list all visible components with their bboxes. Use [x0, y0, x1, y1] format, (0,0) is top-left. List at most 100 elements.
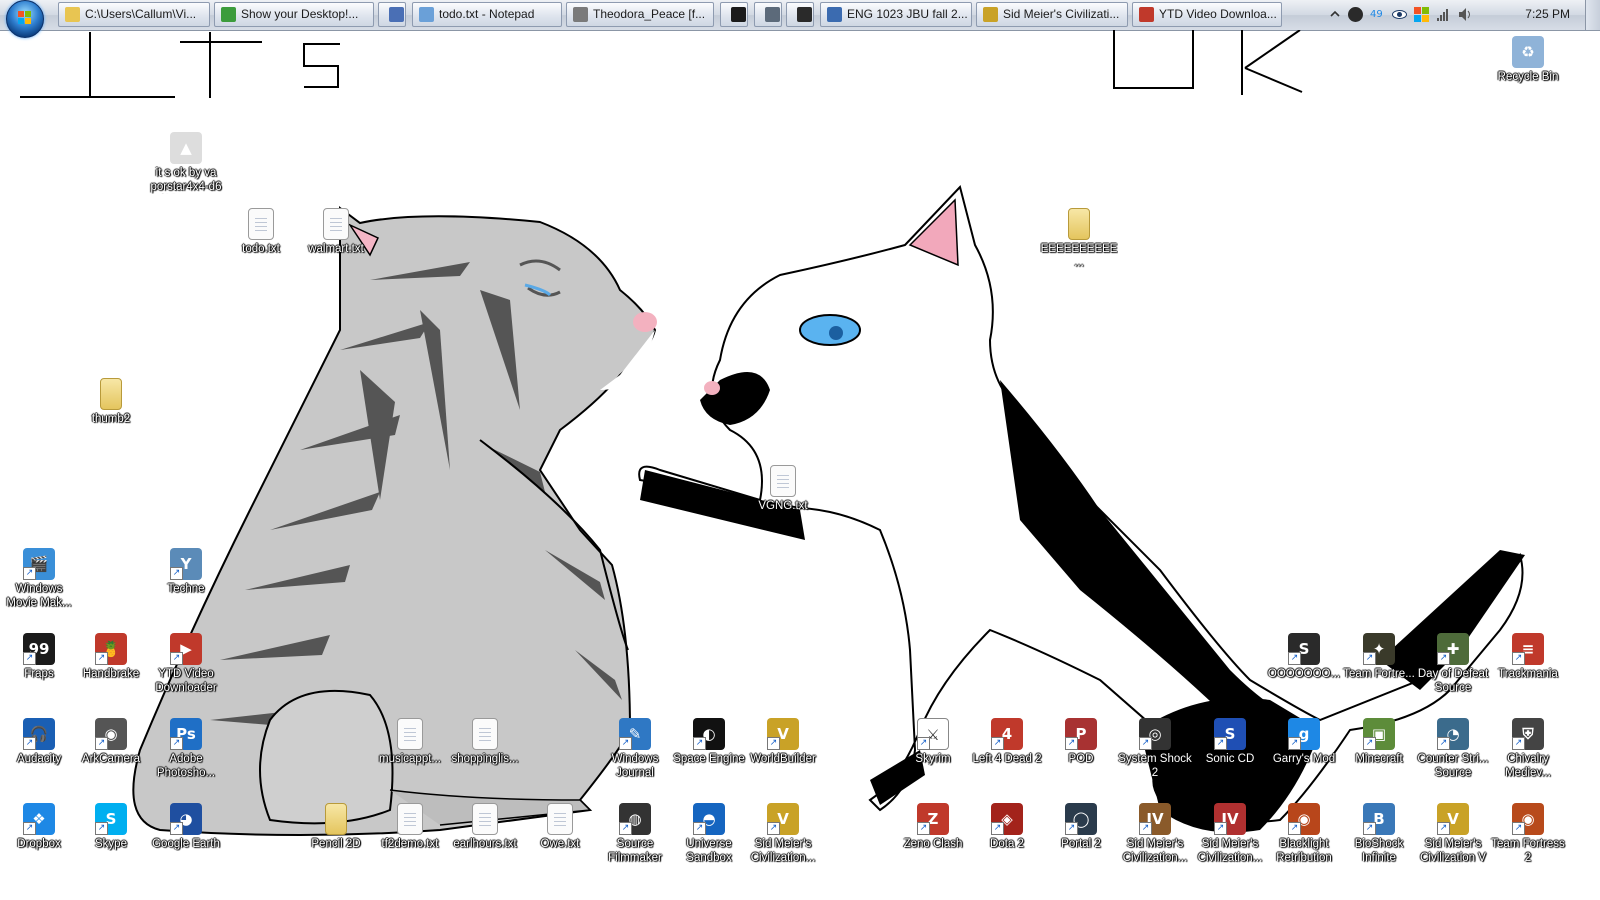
folder-icon: [320, 803, 352, 835]
desktop-icon[interactable]: ◕ ↗ Google Earth: [147, 803, 225, 851]
skype-icon[interactable]: 49: [1370, 7, 1385, 22]
desktop-icon[interactable]: 🍍 ↗ Handbrake: [72, 633, 150, 681]
desktop-icon[interactable]: ◯ ↗ Portal 2: [1042, 803, 1120, 851]
desktop-icon[interactable]: ≡ ↗ Trackmania: [1489, 633, 1567, 681]
taskbar-button-civ[interactable]: Sid Meier's Civilizati...: [976, 2, 1128, 27]
desktop-icon[interactable]: B ↗ BioShock Infinite: [1340, 803, 1418, 865]
desktop-icon[interactable]: thumb2: [72, 378, 150, 426]
desktop-icon[interactable]: S ↗ Sonic CD: [1191, 718, 1269, 766]
desktop-icon[interactable]: ◉ ↗ ArkCamera: [72, 718, 150, 766]
icon-glyph: [472, 718, 498, 750]
desktop-icon[interactable]: P ↗ POD: [1042, 718, 1120, 766]
windows-flag-icon[interactable]: [1414, 7, 1429, 22]
desktop-icon[interactable]: walmart.txt: [297, 208, 375, 256]
chrome-icon: [221, 7, 236, 22]
taskbar-button-paint[interactable]: [378, 2, 406, 27]
desktop-icon[interactable]: ◓ ↗ Universe Sandbox: [670, 803, 748, 865]
desktop-icon[interactable]: EEEEEEEEEE...: [1040, 208, 1118, 270]
desktop-icon[interactable]: 4 ↗ Left 4 Dead 2: [968, 718, 1046, 766]
desktop-icon[interactable]: ▶ ↗ YTD Video Downloader: [147, 633, 225, 695]
desktop-icon[interactable]: ◉ ↗ Blacklight Retribution: [1265, 803, 1343, 865]
desktop-icon[interactable]: Pencil 2D: [297, 803, 375, 851]
taskbar-button-network[interactable]: [754, 2, 782, 27]
icon-glyph: [1068, 208, 1090, 240]
desktop-icon[interactable]: 🎧 ↗ Audacity: [0, 718, 78, 766]
taskbar-button-ytd[interactable]: YTD Video Downloa...: [1132, 2, 1282, 27]
taskbar-button-notepad[interactable]: todo.txt - Notepad: [412, 2, 562, 27]
desktop-icon[interactable]: ◐ ↗ Space Engine: [670, 718, 748, 766]
eye-icon[interactable]: [1392, 7, 1407, 22]
desktop-icon[interactable]: ⚔ ↗ Skyrim: [894, 718, 972, 766]
taskbar-button-chrome[interactable]: Show your Desktop!...: [214, 2, 374, 27]
desktop-icon[interactable]: ✦ ↗ Team Fortre...: [1340, 633, 1418, 681]
desktop-icon[interactable]: V ↗ WorldBuilder: [744, 718, 822, 766]
gmod-icon: g ↗: [1288, 718, 1320, 750]
desktop-icon[interactable]: VGNG.txt: [744, 465, 822, 513]
folder-icon: [1063, 208, 1095, 240]
document-icon: [827, 7, 842, 22]
desktop-icon[interactable]: tf2demo.txt: [371, 803, 449, 851]
shortcut-arrow-icon: ↗: [693, 737, 706, 750]
desktop-icon-label: Skyrim: [915, 753, 951, 765]
desktop-icon[interactable]: IV ↗ Sid Meier's Civilization...: [1191, 803, 1269, 865]
techne-icon: Y ↗: [170, 548, 202, 580]
desktop-icon-label: System Shock 2: [1118, 753, 1192, 779]
taskbar-button-folder[interactable]: C:\Users\Callum\Vi...: [58, 2, 210, 27]
desktop-icon[interactable]: ◉ ↗ Team Fortress 2: [1489, 803, 1567, 865]
desktop-icon[interactable]: S ↗ Skype: [72, 803, 150, 851]
desktop-icon[interactable]: V ↗ Sid Meier's Civilization...: [744, 803, 822, 865]
desktop-icon[interactable]: ◍ ↗ Source Filmmaker: [596, 803, 674, 865]
taskbar-button-steam[interactable]: [786, 2, 814, 27]
desktop-icon[interactable]: ◈ ↗ Dota 2: [968, 803, 1046, 851]
civ-icon: V ↗: [767, 718, 799, 750]
clock[interactable]: 7:25 PM: [1525, 0, 1570, 28]
desktop-icon[interactable]: g ↗ Garry's Mod: [1265, 718, 1343, 766]
desktop-icon[interactable]: V ↗ Sid Meier's Civilization V: [1414, 803, 1492, 865]
signal-icon[interactable]: [1436, 7, 1451, 22]
desktop-icon-label: YTD Video Downloader: [155, 668, 217, 694]
desktop-icon-label: Fraps: [24, 668, 54, 680]
desktop-icon[interactable]: ⛨ ↗ Chivalry Mediev...: [1489, 718, 1567, 780]
desktop-icon[interactable]: ❖ ↗ Dropbox: [0, 803, 78, 851]
shortcut-arrow-icon: ↗: [619, 822, 632, 835]
skyrim-icon: ⚔ ↗: [917, 718, 949, 750]
desktop-icon[interactable]: ✚ ↗ Day of Defeat Source: [1414, 633, 1492, 695]
desktop-icon-label: Space Engine: [673, 753, 745, 765]
desktop-icon[interactable]: earlhours.txt: [446, 803, 524, 851]
desktop-icon[interactable]: musicappt...: [371, 718, 449, 766]
desktop-icon[interactable]: shoppinglis...: [446, 718, 524, 766]
desktop-icon-label: ArkCamera: [81, 753, 141, 765]
camera-icon: ◉ ↗: [95, 718, 127, 750]
desktop-icon[interactable]: ▣ ↗ Minecraft: [1340, 718, 1418, 766]
steam-icon[interactable]: [1348, 7, 1363, 22]
text-file-icon: [767, 465, 799, 497]
desktop-icon[interactable]: ◎ ↗ System Shock 2: [1116, 718, 1194, 780]
desktop-icon[interactable]: 99 ↗ Fraps: [0, 633, 78, 681]
desktop-icon[interactable]: S ↗ OOOOOOO...: [1265, 633, 1343, 681]
taskbar-button-alien[interactable]: Theodora_Peace [f...: [566, 2, 714, 27]
desktop-icon[interactable]: 🎬 ↗ Windows Movie Mak...: [0, 548, 78, 610]
desktop-icon[interactable]: Owe.txt: [521, 803, 599, 851]
desktop-icon-label: Counter Stri... Source: [1417, 753, 1489, 779]
desktop-icon[interactable]: Z ↗ Zeno Clash: [894, 803, 972, 851]
volume-icon[interactable]: [1458, 7, 1473, 22]
desktop-icon[interactable]: ✎ ↗ Windows Journal: [596, 718, 674, 780]
shortcut-arrow-icon: ↗: [23, 652, 36, 665]
taskbar-button-fraps[interactable]: [720, 2, 748, 27]
text-file-icon: [394, 718, 426, 750]
desktop-icon[interactable]: IV ↗ Sid Meier's Civilization...: [1116, 803, 1194, 865]
start-button[interactable]: [6, 0, 44, 38]
desktop-icon[interactable]: todo.txt: [222, 208, 300, 256]
desktop-icon-label: Adobe Photosho...: [156, 753, 216, 779]
shortcut-arrow-icon: ↗: [1288, 822, 1301, 835]
taskbar-button-document[interactable]: ENG 1023 JBU fall 2...: [820, 2, 972, 27]
desktop-icon[interactable]: Ps ↗ Adobe Photosho...: [147, 718, 225, 780]
desktop-icon[interactable]: ▲ it s ok by va porstar4x4-d6 l18gv.png: [147, 132, 225, 194]
show-desktop-button[interactable]: [1585, 0, 1600, 30]
desktop-icon[interactable]: Y ↗ Techne: [147, 548, 225, 596]
chevron-up-icon[interactable]: [1330, 7, 1340, 22]
desktop-icon-label: POD: [1068, 753, 1094, 765]
desktop-icon[interactable]: ◔ ↗ Counter Stri... Source: [1414, 718, 1492, 780]
desktop-icon[interactable]: ♻ Recycle Bin: [1489, 36, 1567, 84]
desktop-icon-label: musicappt...: [379, 753, 441, 765]
